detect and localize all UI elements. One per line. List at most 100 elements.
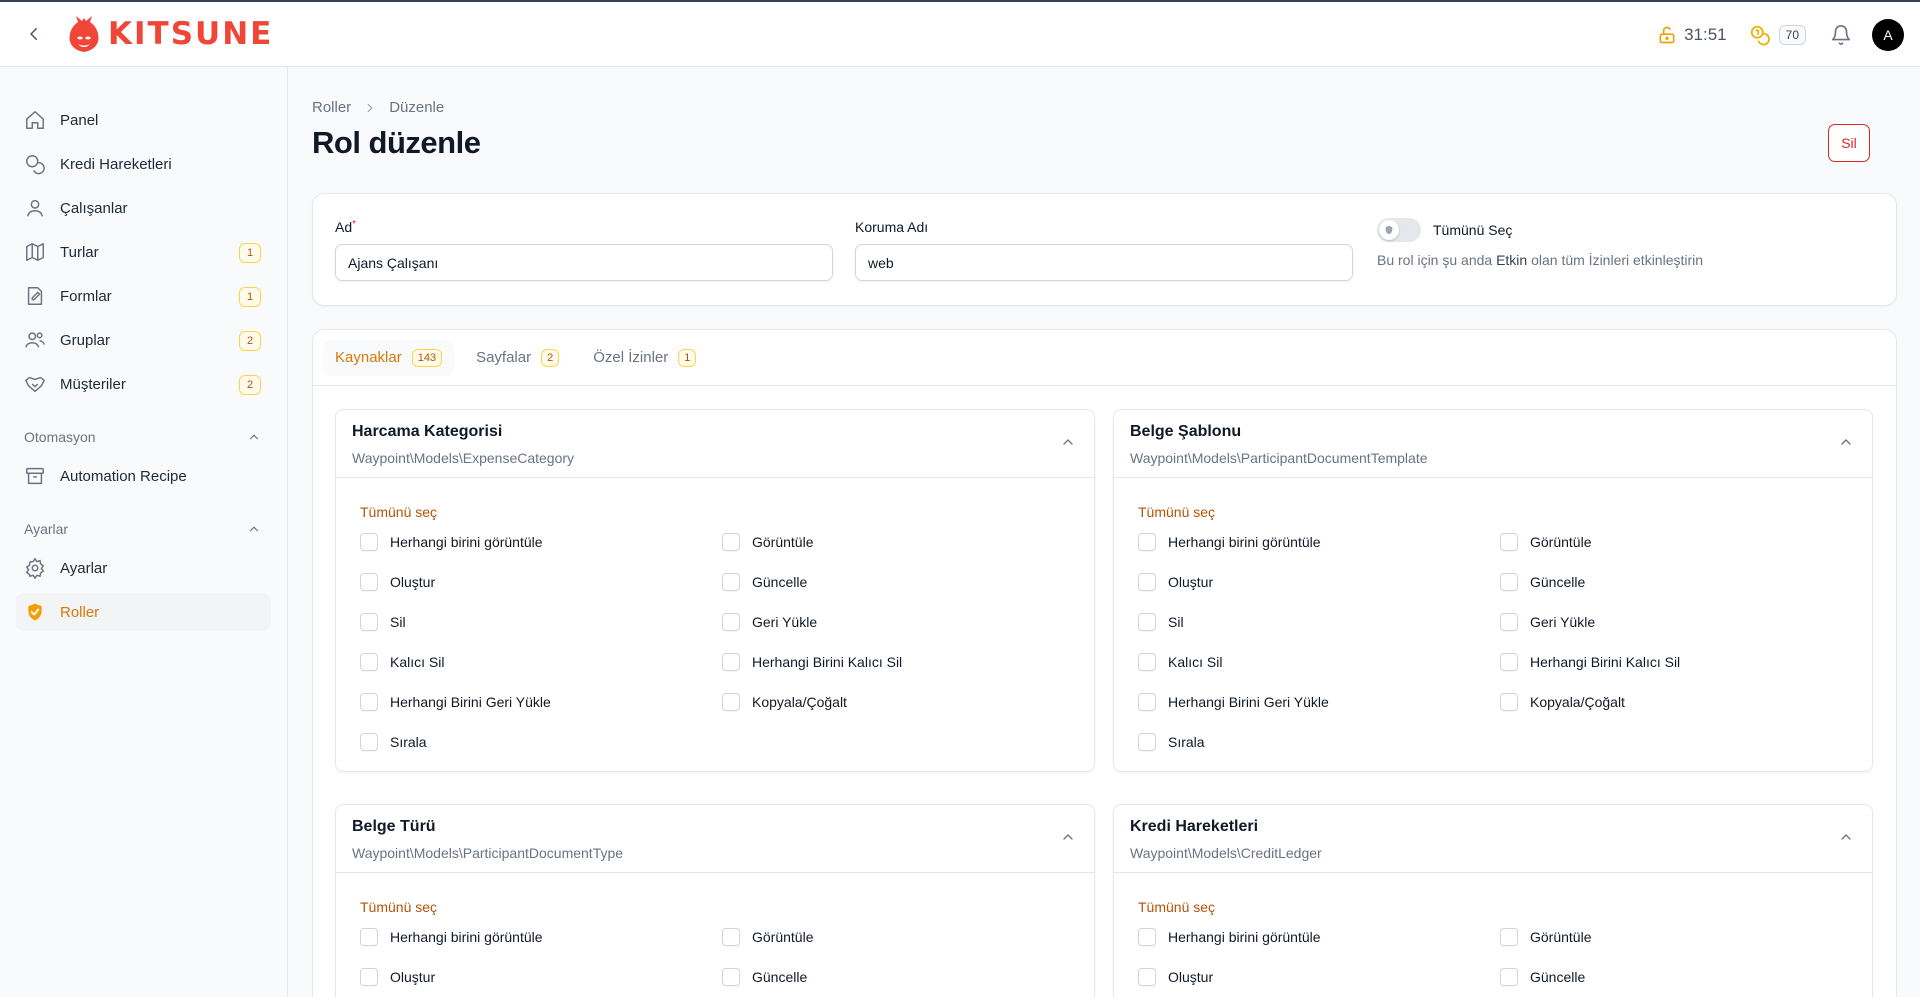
sidebar-item-automation-recipe[interactable]: Automation Recipe xyxy=(16,457,271,495)
checkbox[interactable] xyxy=(1138,968,1156,986)
select-all-link[interactable]: Tümünü seç xyxy=(1138,899,1215,915)
checkbox[interactable] xyxy=(722,533,740,551)
checkbox[interactable] xyxy=(1138,928,1156,946)
checkbox[interactable] xyxy=(722,573,740,591)
sidebar-item-gruplar[interactable]: Gruplar 2 xyxy=(16,321,271,359)
checkbox[interactable] xyxy=(722,693,740,711)
permission-checkbox[interactable]: Geri Yükle xyxy=(1500,613,1862,631)
checkbox[interactable] xyxy=(1500,613,1518,631)
sidebar-item-panel[interactable]: Panel xyxy=(16,101,271,139)
tab-ozel-izinler[interactable]: Özel İzinler 1 xyxy=(581,340,708,376)
select-all-link[interactable]: Tümünü seç xyxy=(360,504,437,520)
checkbox[interactable] xyxy=(1138,693,1156,711)
checkbox[interactable] xyxy=(360,573,378,591)
breadcrumb-parent[interactable]: Roller xyxy=(312,99,351,116)
permission-checkbox[interactable]: Görüntüle xyxy=(722,928,1084,946)
permission-checkbox[interactable]: Oluştur xyxy=(1138,573,1500,591)
checkbox[interactable] xyxy=(1500,533,1518,551)
checkbox[interactable] xyxy=(1500,928,1518,946)
permission-checkbox[interactable]: Görüntüle xyxy=(1500,533,1862,551)
permission-checkbox[interactable]: Herhangi birini görüntüle xyxy=(360,928,722,946)
permission-checkbox[interactable]: Güncelle xyxy=(722,573,1084,591)
avatar[interactable]: A xyxy=(1872,19,1904,51)
checkbox[interactable] xyxy=(1138,533,1156,551)
select-all-link[interactable]: Tümünü seç xyxy=(360,899,437,915)
checkbox[interactable] xyxy=(1138,573,1156,591)
back-button[interactable] xyxy=(22,22,46,46)
permission-checkbox[interactable]: Herhangi birini görüntüle xyxy=(1138,533,1500,551)
checkbox[interactable] xyxy=(360,613,378,631)
resource-header[interactable]: Belge Şablonu Waypoint\Models\Participant… xyxy=(1114,410,1872,478)
nav-group-ayarlar[interactable]: Ayarlar xyxy=(24,521,261,537)
permission-checkbox[interactable]: Sil xyxy=(360,613,722,631)
name-input[interactable] xyxy=(335,244,833,281)
checkbox[interactable] xyxy=(360,693,378,711)
handshake-icon xyxy=(24,373,46,395)
checkbox[interactable] xyxy=(1500,968,1518,986)
permission-checkbox[interactable]: Kopyala/Çoğalt xyxy=(722,693,1084,711)
resource-header[interactable]: Harcama Kategorisi Waypoint\Models\Expens… xyxy=(336,410,1094,478)
checkbox[interactable] xyxy=(1138,653,1156,671)
permission-checkbox[interactable]: Görüntüle xyxy=(1500,928,1862,946)
permission-checkbox[interactable]: Güncelle xyxy=(1500,573,1862,591)
checkbox[interactable] xyxy=(1138,613,1156,631)
sidebar-item-roller[interactable]: Roller xyxy=(16,593,271,631)
chevron-up-icon[interactable] xyxy=(1060,434,1076,450)
permission-checkbox[interactable]: Herhangi birini görüntüle xyxy=(360,533,722,551)
permission-checkbox[interactable]: Kalıcı Sil xyxy=(360,653,722,671)
permission-checkbox[interactable]: Oluştur xyxy=(360,968,722,986)
delete-button[interactable]: Sil xyxy=(1828,124,1870,162)
permission-checkbox[interactable]: Oluştur xyxy=(360,573,722,591)
checkbox[interactable] xyxy=(360,533,378,551)
chevron-up-icon[interactable] xyxy=(1060,829,1076,845)
permission-checkbox[interactable]: Herhangi Birini Kalıcı Sil xyxy=(722,653,1084,671)
checkbox[interactable] xyxy=(360,653,378,671)
permission-checkbox[interactable]: Herhangi Birini Geri Yükle xyxy=(1138,693,1500,711)
sidebar-item-formlar[interactable]: Formlar 1 xyxy=(16,277,271,315)
permission-checkbox[interactable]: Kalıcı Sil xyxy=(1138,653,1500,671)
resource-header[interactable]: Kredi Hareketleri Waypoint\Models\CreditL… xyxy=(1114,805,1872,873)
sidebar-item-kredi-hareketleri[interactable]: Kredi Hareketleri xyxy=(16,145,271,183)
checkbox[interactable] xyxy=(722,613,740,631)
permission-checkbox[interactable]: Görüntüle xyxy=(722,533,1084,551)
chevron-up-icon[interactable] xyxy=(1838,434,1854,450)
sidebar-item-musteriler[interactable]: Müşteriler 2 xyxy=(16,365,271,403)
kitsune-logo[interactable]: KITSUNE xyxy=(66,14,273,54)
resource-header[interactable]: Belge Türü Waypoint\Models\ParticipantDoc… xyxy=(336,805,1094,873)
permission-checkbox[interactable]: Sil xyxy=(1138,613,1500,631)
checkbox[interactable] xyxy=(360,733,378,751)
guard-name-input[interactable] xyxy=(855,244,1353,281)
permission-checkbox[interactable]: Sırala xyxy=(360,733,722,751)
permission-checkbox[interactable]: Herhangi birini görüntüle xyxy=(1138,928,1500,946)
credits-indicator[interactable]: 70 xyxy=(1749,24,1806,46)
checkbox[interactable] xyxy=(722,928,740,946)
toggle-knob xyxy=(1379,220,1399,240)
sidebar-item-calisanlar[interactable]: Çalışanlar xyxy=(16,189,271,227)
permission-checkbox[interactable]: Güncelle xyxy=(1500,968,1862,986)
nav-group-otomasyon[interactable]: Otomasyon xyxy=(24,429,261,445)
checkbox[interactable] xyxy=(360,968,378,986)
permission-checkbox[interactable]: Oluştur xyxy=(1138,968,1500,986)
checkbox[interactable] xyxy=(722,968,740,986)
select-all-toggle[interactable] xyxy=(1377,218,1421,242)
permission-label: Herhangi birini görüntüle xyxy=(1168,534,1321,550)
checkbox[interactable] xyxy=(360,928,378,946)
permission-checkbox[interactable]: Güncelle xyxy=(722,968,1084,986)
checkbox[interactable] xyxy=(1500,573,1518,591)
chevron-up-icon[interactable] xyxy=(1838,829,1854,845)
permission-checkbox[interactable]: Geri Yükle xyxy=(722,613,1084,631)
permission-checkbox[interactable]: Kopyala/Çoğalt xyxy=(1500,693,1862,711)
sidebar-item-ayarlar[interactable]: Ayarlar xyxy=(16,549,271,587)
permission-checkbox[interactable]: Herhangi Birini Kalıcı Sil xyxy=(1500,653,1862,671)
checkbox[interactable] xyxy=(1500,653,1518,671)
notifications-button[interactable] xyxy=(1830,24,1852,46)
checkbox[interactable] xyxy=(1500,693,1518,711)
permission-checkbox[interactable]: Sırala xyxy=(1138,733,1500,751)
tab-sayfalar[interactable]: Sayfalar 2 xyxy=(464,340,571,376)
checkbox[interactable] xyxy=(1138,733,1156,751)
select-all-link[interactable]: Tümünü seç xyxy=(1138,504,1215,520)
permission-checkbox[interactable]: Herhangi Birini Geri Yükle xyxy=(360,693,722,711)
sidebar-item-turlar[interactable]: Turlar 1 xyxy=(16,233,271,271)
tab-kaynaklar[interactable]: Kaynaklar 143 xyxy=(323,339,455,376)
checkbox[interactable] xyxy=(722,653,740,671)
